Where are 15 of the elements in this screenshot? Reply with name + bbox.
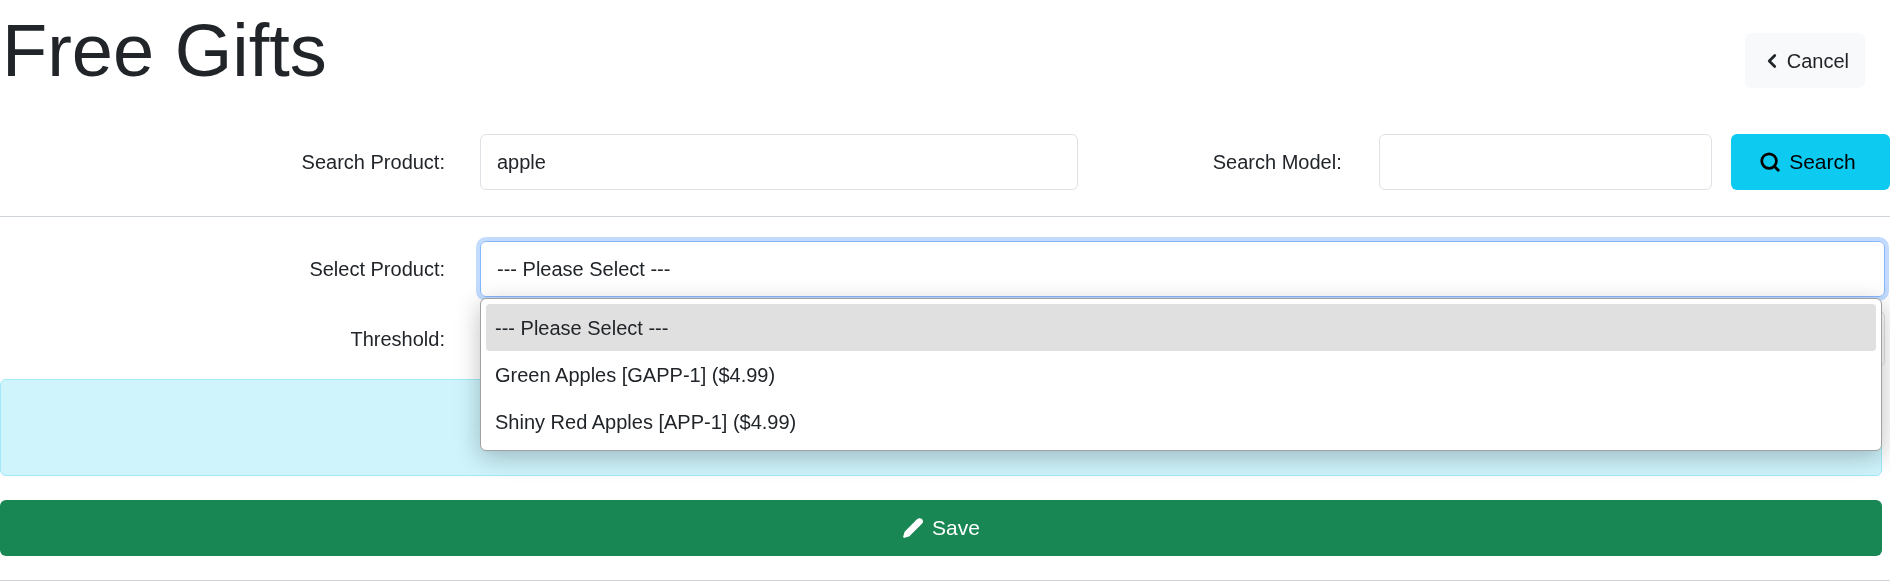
field-label: Search Model: xyxy=(1212,150,1342,175)
search-icon xyxy=(1759,151,1782,173)
search-button[interactable]: Search xyxy=(1731,134,1890,190)
page-title: Free Gifts xyxy=(2,14,327,88)
search-product-field[interactable]: apple xyxy=(480,134,1079,190)
search-model-field[interactable] xyxy=(1378,134,1713,190)
pencil-icon xyxy=(902,517,925,539)
dropdown-option[interactable]: --- Please Select --- xyxy=(486,304,1876,351)
field-label: Threshold: xyxy=(350,327,445,352)
field-label: Search Product: xyxy=(301,150,445,175)
dropdown-option[interactable]: Shiny Red Apples [APP-1] ($4.99) xyxy=(486,398,1876,445)
dropdown-option[interactable]: Green Apples [GAPP-1] ($4.99) xyxy=(486,351,1876,398)
cancel-button[interactable]: Cancel xyxy=(1744,33,1865,88)
field-label: Select Product: xyxy=(309,257,445,282)
save-button[interactable]: Save xyxy=(0,500,1882,556)
